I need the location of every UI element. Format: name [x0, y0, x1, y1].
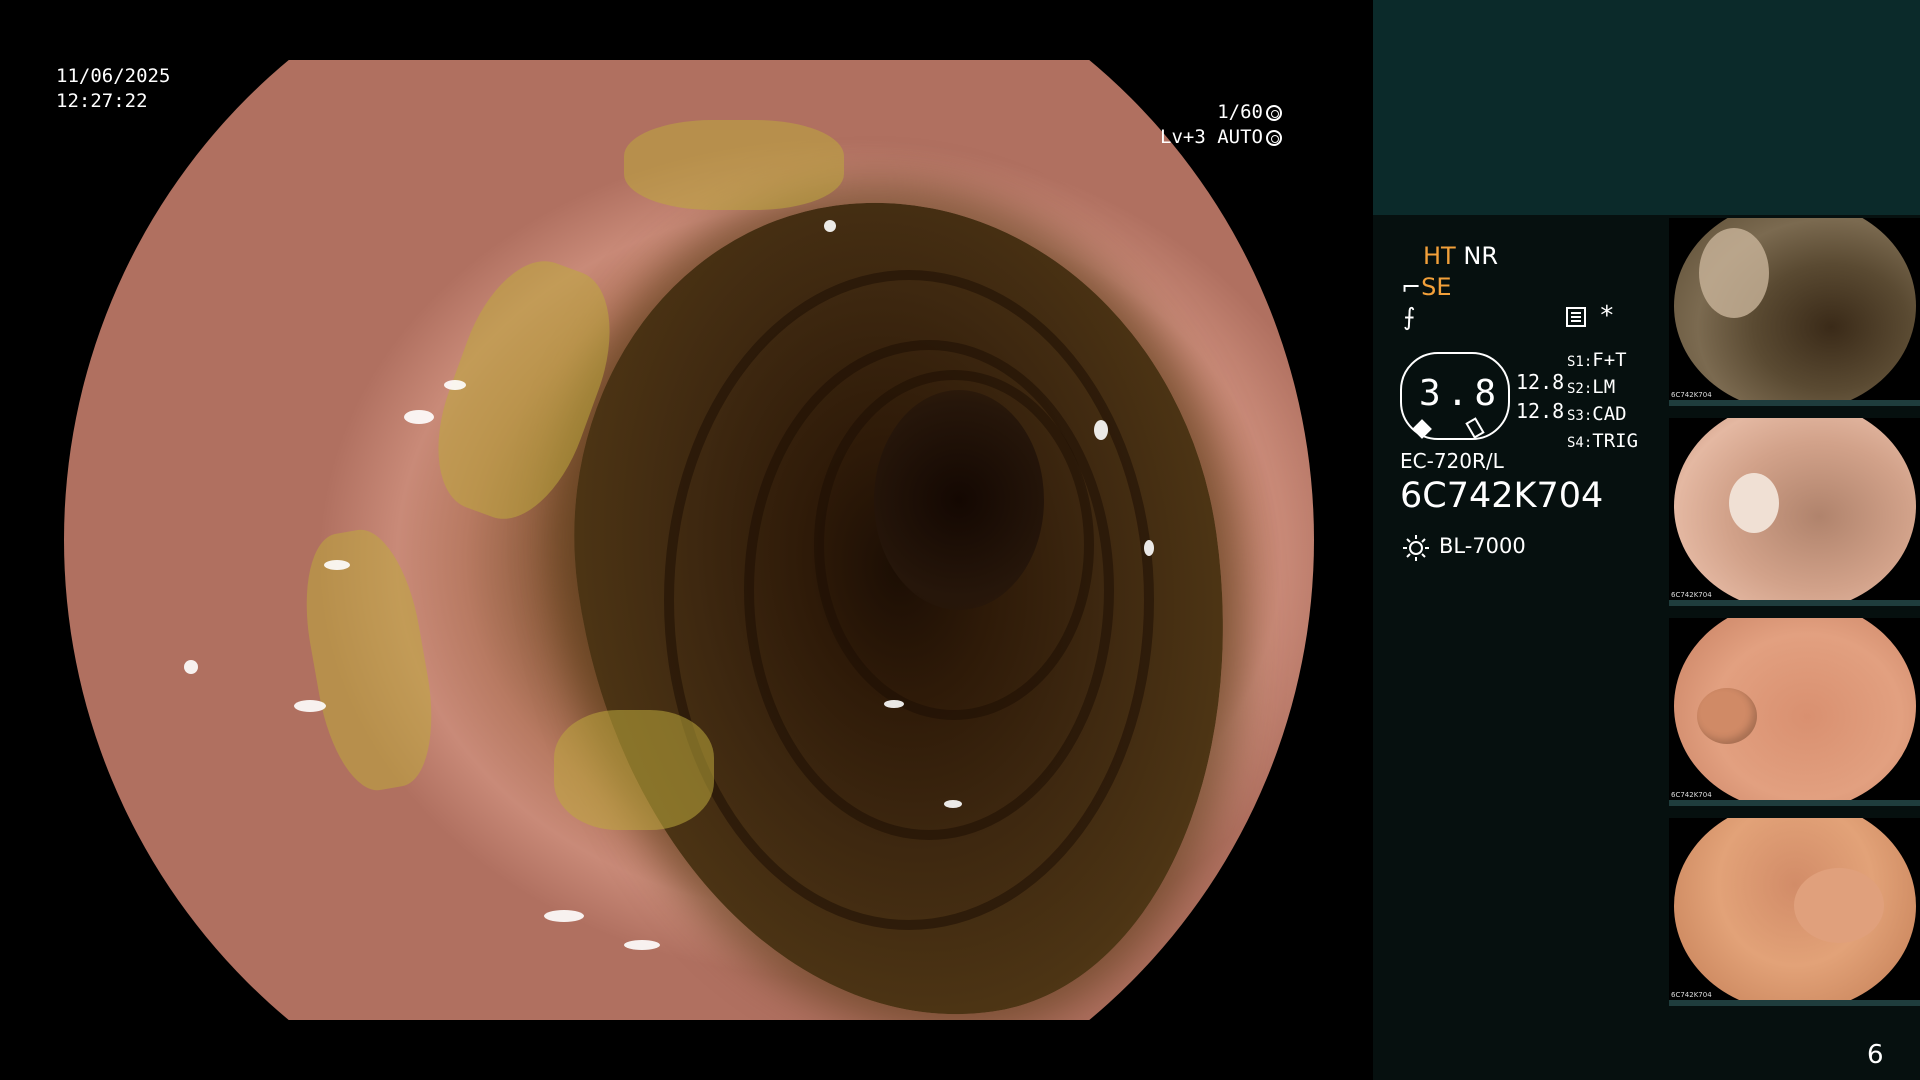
light-source-label: BL-7000	[1439, 534, 1526, 558]
se-label: SE	[1421, 273, 1452, 301]
thumbnail-bar	[1669, 800, 1920, 806]
switch-value: TRIG	[1592, 430, 1639, 452]
specular-highlight	[1094, 420, 1108, 440]
specular-highlight	[324, 560, 350, 570]
page-number: 6	[1867, 1040, 1884, 1070]
auto-iris-icon	[1265, 130, 1282, 146]
capture-thumbnail[interactable]: 6C742K704	[1669, 218, 1920, 406]
specular-highlight	[824, 220, 836, 232]
polyp	[1794, 868, 1884, 943]
switch-value: CAD	[1592, 403, 1627, 425]
ht-label: HT	[1423, 242, 1456, 270]
scope-model-label: EC-720R/L	[1400, 449, 1504, 473]
list-icon	[1566, 307, 1586, 327]
value-1: 12.8	[1516, 370, 1565, 394]
hook-icon: ⌐	[1401, 273, 1422, 301]
switch-key: S2:	[1567, 381, 1593, 397]
mode-row-1: HT NR	[1423, 242, 1498, 270]
switch-assignments: S1:F+T S2:LM S3:CAD S4:TRIG	[1567, 348, 1638, 456]
polyp	[1729, 473, 1779, 533]
fold	[1699, 228, 1769, 318]
time-label: 12:27:22	[56, 90, 148, 112]
thumbnail-bar	[1669, 1000, 1920, 1006]
star-indicator: *	[1599, 301, 1615, 331]
capture-thumbnail[interactable]: 6C742K704	[1669, 818, 1920, 1006]
serial-number: 6C742K704	[1400, 476, 1604, 516]
lumen-center	[874, 390, 1044, 610]
f-symbol-icon: ⨍	[1403, 303, 1416, 331]
specular-highlight	[624, 940, 660, 950]
specular-highlight	[1144, 540, 1154, 556]
specular-highlight	[404, 410, 434, 424]
switch-key: S4:	[1567, 435, 1593, 451]
switch-key: S3:	[1567, 408, 1593, 424]
thumbnail-bar	[1669, 400, 1920, 406]
residue	[292, 522, 446, 798]
light-source-icon	[1403, 535, 1429, 561]
specular-highlight	[444, 380, 466, 390]
residue	[624, 120, 844, 210]
exposure-info: 1/60 Lv+3 AUTO	[1160, 100, 1282, 150]
thumbnail-caption: 6C742K704	[1671, 391, 1712, 399]
level-mode-label: Lv+3 AUTO	[1160, 126, 1263, 148]
thumbnail-caption: 6C742K704	[1671, 991, 1712, 999]
thumbnail-caption: 6C742K704	[1671, 591, 1712, 599]
thumbnail-bar	[1669, 600, 1920, 606]
capture-thumbnail[interactable]: 6C742K704	[1669, 418, 1920, 606]
mode-row-2: ⌐SE	[1401, 273, 1452, 301]
nr-label: NR	[1463, 242, 1498, 270]
shutter-icon	[1265, 105, 1282, 121]
date-label: 11/06/2025	[56, 65, 171, 87]
shutter-label: 1/60	[1217, 101, 1263, 123]
endoscope-view	[64, 60, 1314, 1020]
datetime-stamp: 11/06/2025 12:27:22	[56, 64, 170, 114]
residue	[554, 710, 714, 830]
value-2: 12.8	[1516, 399, 1565, 423]
zoom-value: 3.8	[1419, 373, 1503, 414]
specular-highlight	[294, 700, 326, 712]
switch-value: F+T	[1592, 349, 1627, 371]
specular-highlight	[884, 700, 904, 708]
polyp	[1697, 688, 1757, 744]
thumbnail-caption: 6C742K704	[1671, 791, 1712, 799]
specular-highlight	[944, 800, 962, 808]
thumbnail-image	[1674, 418, 1916, 606]
panel-header-area	[1373, 0, 1920, 215]
specular-highlight	[184, 660, 198, 674]
specular-highlight	[544, 910, 584, 922]
switch-value: LM	[1592, 376, 1616, 398]
switch-key: S1:	[1567, 354, 1593, 370]
capture-thumbnail[interactable]: 6C742K704	[1669, 618, 1920, 806]
